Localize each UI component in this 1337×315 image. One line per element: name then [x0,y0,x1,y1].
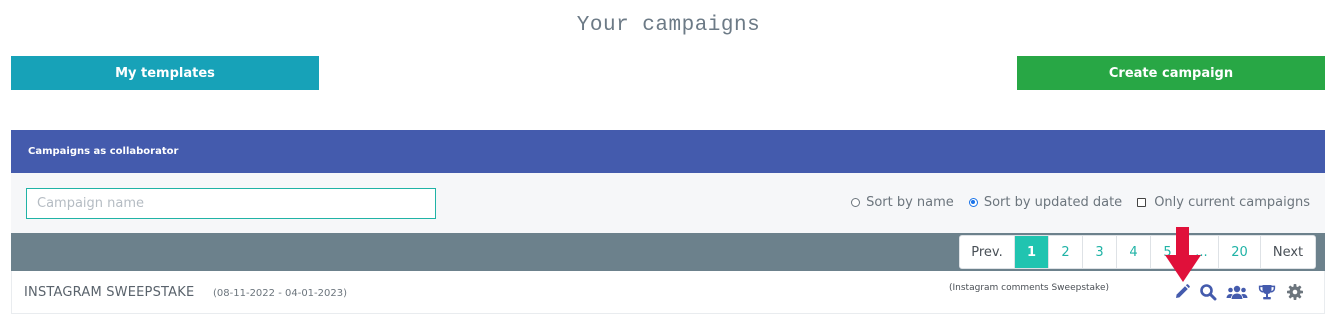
sort-by-name-radio[interactable] [851,197,861,207]
filter-bar: Sort by name Sort by updated date Only c… [11,173,1325,233]
gear-icon[interactable] [1286,283,1304,301]
page-20-button[interactable]: 20 [1219,236,1261,268]
page-3-button[interactable]: 3 [1083,236,1117,268]
page-title: Your campaigns [576,14,761,37]
only-current-checkbox[interactable] [1137,197,1147,207]
page-1-button[interactable]: 1 [1015,236,1049,268]
page-2-button[interactable]: 2 [1049,236,1083,268]
red-arrow-indicator [1163,227,1203,283]
only-current-option[interactable]: Only current campaigns [1137,195,1310,210]
only-current-label: Only current campaigns [1154,194,1310,210]
next-page-button[interactable]: Next [1261,236,1315,268]
sort-by-name-label: Sort by name [866,194,954,210]
panel-header: Campaigns as collaborator [11,130,1325,173]
sort-by-updated-label: Sort by updated date [983,194,1123,210]
search-icon[interactable] [1199,283,1217,301]
campaign-name[interactable]: INSTAGRAM SWEEPSTAKE [24,285,194,300]
sort-by-name-option[interactable]: Sort by name [851,195,954,210]
pencil-icon[interactable] [1173,283,1191,301]
sort-by-updated-radio[interactable] [968,197,978,207]
pagination: Prev. 1 2 3 4 5 ... 20 Next [959,235,1316,269]
sort-options: Sort by name Sort by updated date Only c… [836,193,1310,211]
panel-title: Campaigns as collaborator [28,146,179,157]
campaign-dates: (08-11-2022 - 04-01-2023) [213,288,347,299]
page-4-button[interactable]: 4 [1117,236,1151,268]
prev-page-button[interactable]: Prev. [960,236,1015,268]
sort-by-updated-option[interactable]: Sort by updated date [968,194,1123,210]
campaign-type: (Instagram comments Sweepstake) [949,283,1110,293]
pagination-bar: Prev. 1 2 3 4 5 ... 20 Next [11,233,1325,271]
create-campaign-button[interactable]: Create campaign [1017,56,1325,90]
users-icon[interactable] [1226,283,1248,301]
trophy-icon[interactable] [1258,283,1276,301]
table-row: INSTAGRAM SWEEPSTAKE (08-11-2022 - 04-01… [11,271,1325,314]
my-templates-button[interactable]: My templates [11,56,319,90]
campaign-name-search-input[interactable] [26,188,436,219]
